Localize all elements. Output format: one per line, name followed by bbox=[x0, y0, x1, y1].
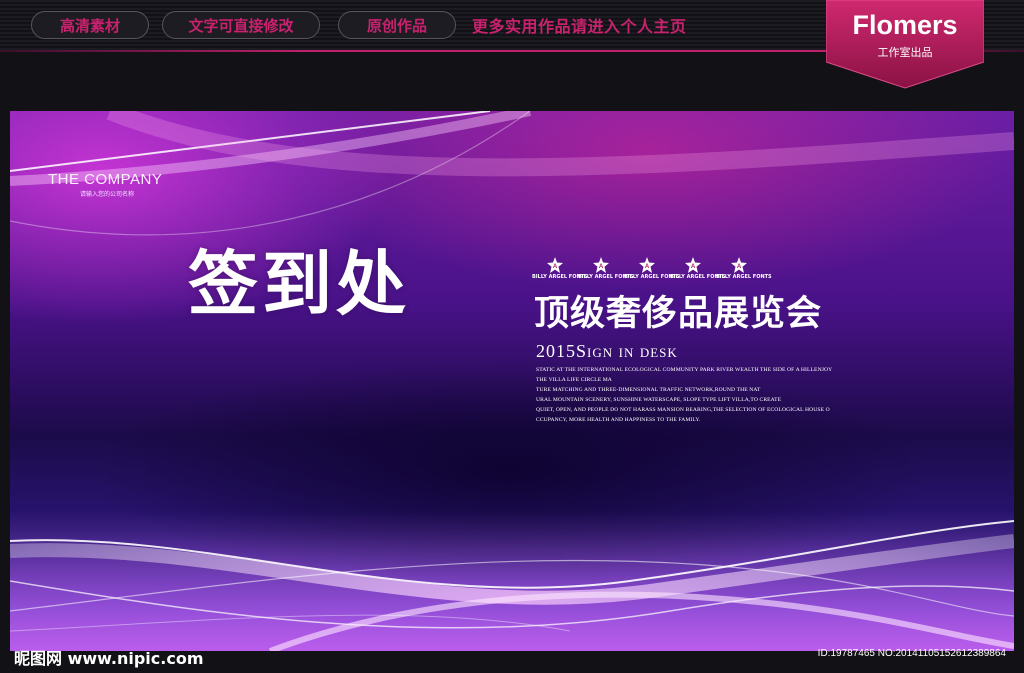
tag-hd-material[interactable]: 高清素材 bbox=[31, 11, 149, 39]
badge-label: BILLY ARGEL FONTS bbox=[532, 274, 588, 280]
star-badge: A BILLY ARGEL FONTS bbox=[670, 257, 726, 285]
badge-letter: A bbox=[645, 264, 650, 270]
site-watermark: 昵图网 www.nipic.com bbox=[14, 649, 204, 668]
description-line: STATIC AT THE INTERNATIONAL ECOLOGICAL C… bbox=[536, 367, 833, 373]
description-line: TURE MATCHING AND THREE-DIMENSIONAL TRAF… bbox=[536, 387, 761, 393]
company-name: THE COMPANY bbox=[48, 171, 163, 188]
star-badge: A BILLY ARGEL FONTS bbox=[578, 257, 634, 285]
star-badge: A BILLY ARGEL FONTS bbox=[532, 257, 588, 285]
description-block: STATIC AT THE INTERNATIONAL ECOLOGICAL C… bbox=[536, 365, 876, 425]
badge-label: BILLY ARGEL FONTS bbox=[670, 274, 726, 280]
star-icon: A bbox=[593, 257, 609, 273]
company-name-hint: 请输入您的公司名称 bbox=[80, 191, 135, 198]
tag-editable-text[interactable]: 文字可直接修改 bbox=[162, 11, 320, 39]
event-subtitle: 顶级奢侈品展览会 bbox=[534, 294, 823, 334]
brand-badge: Flomers 工作室出品 bbox=[826, 0, 984, 90]
badge-letter: A bbox=[691, 264, 696, 270]
brand-name: Flomers bbox=[852, 10, 958, 40]
description-line: CCUPANCY, MORE HEALTH AND HAPPINESS TO T… bbox=[536, 417, 701, 423]
badge-letter: A bbox=[599, 264, 604, 270]
brand-subtitle: 工作室出品 bbox=[877, 46, 933, 59]
star-icon: A bbox=[547, 257, 563, 273]
promo-text[interactable]: 更多实用作品请进入个人主页 bbox=[472, 13, 687, 37]
description-line: QUIET, OPEN, AND PEOPLE DO NOT HARASS MA… bbox=[536, 407, 830, 413]
sign-in-desk-caption: 2015Sign in desk bbox=[536, 341, 678, 361]
description-line: THE VILLA LIFE CIRCLE MA bbox=[536, 377, 612, 383]
star-badge: A BILLY ARGEL FONTS bbox=[716, 257, 772, 285]
badge-row: A BILLY ARGEL FONTS A BILLY ARGEL FONTS … bbox=[532, 257, 772, 285]
badge-letter: A bbox=[737, 264, 742, 270]
badge-label: BILLY ARGEL FONTS bbox=[716, 274, 772, 280]
badge-label: BILLY ARGEL FONTS bbox=[578, 274, 634, 280]
badge-letter: A bbox=[553, 264, 558, 270]
star-icon: A bbox=[639, 257, 655, 273]
image-id-watermark: ID:19787465 NO:20141105152612389864 bbox=[817, 648, 1006, 659]
main-banner: THE COMPANY 请输入您的公司名称 签到处 A BILLY ARGEL … bbox=[10, 111, 1014, 651]
main-title: 签到处 bbox=[188, 243, 410, 325]
tag-original-work[interactable]: 原创作品 bbox=[338, 11, 456, 39]
star-icon: A bbox=[685, 257, 701, 273]
star-icon: A bbox=[731, 257, 747, 273]
star-badge: A BILLY ARGEL FONTS bbox=[624, 257, 680, 285]
description-line: URAL MOUNTAIN SCENERY, SUNSHINE WATERSCA… bbox=[536, 397, 782, 403]
badge-label: BILLY ARGEL FONTS bbox=[624, 274, 680, 280]
